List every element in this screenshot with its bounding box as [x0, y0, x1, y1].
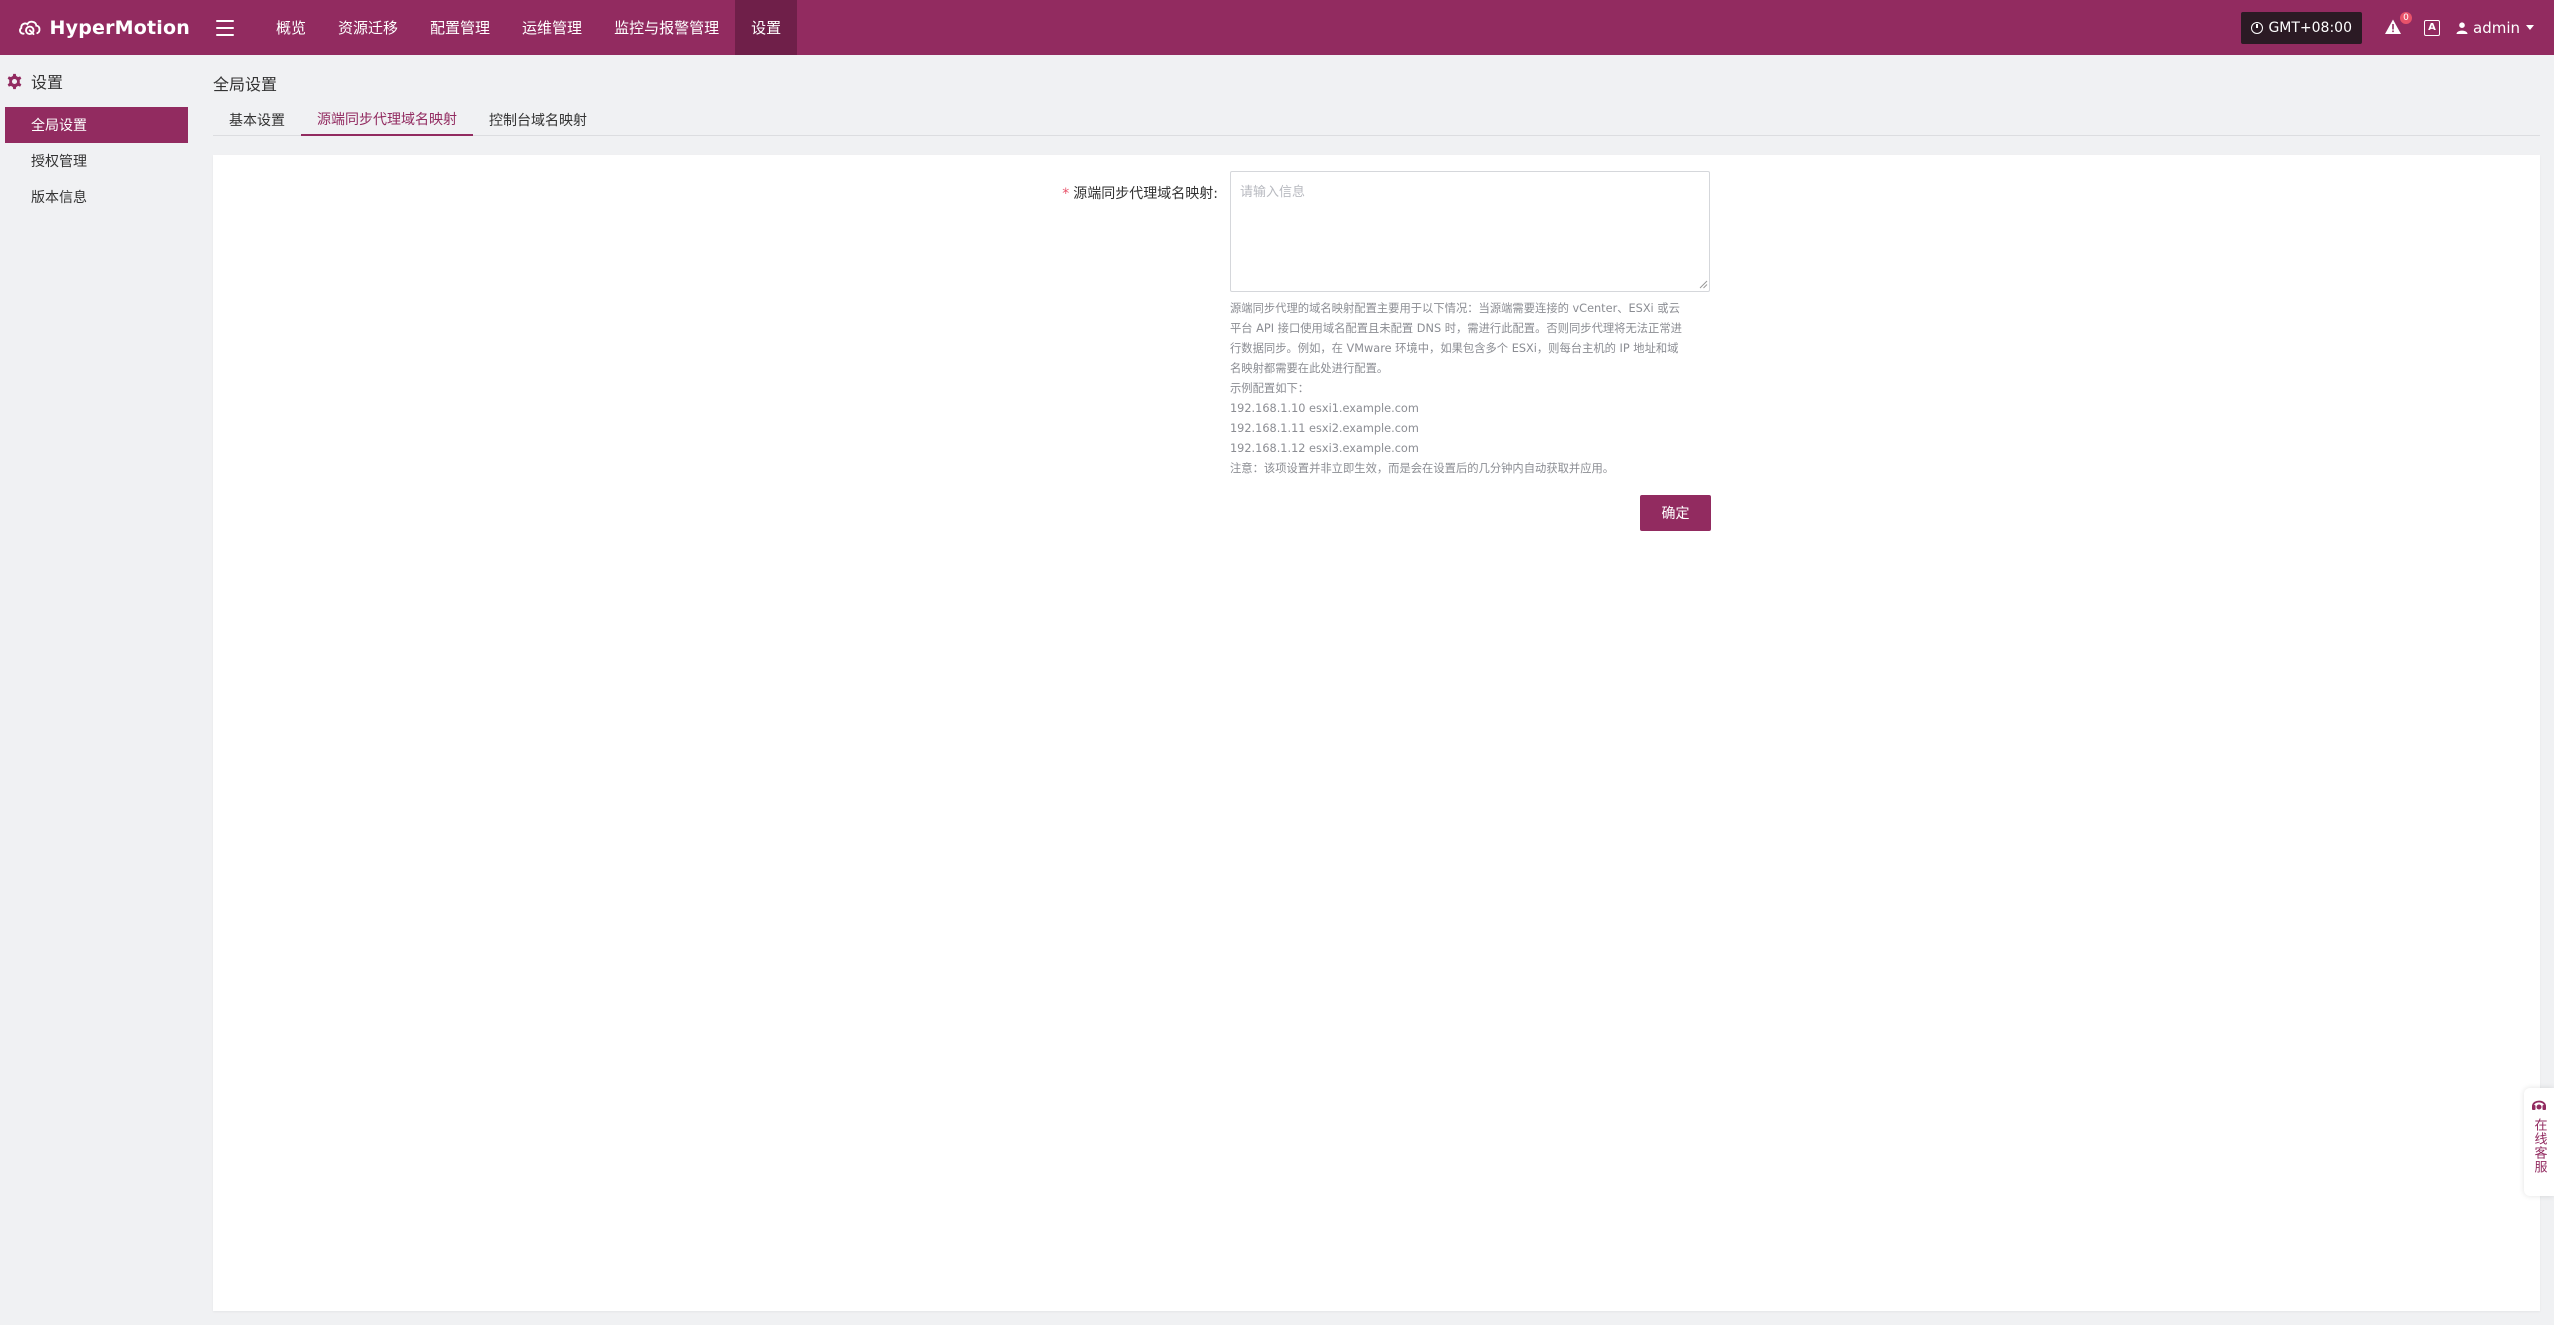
help-line: 192.168.1.12 esxi3.example.com	[1230, 442, 1419, 455]
gear-icon	[7, 73, 22, 89]
language-icon[interactable]: A	[2424, 19, 2440, 36]
sidebar-header: 设置	[0, 55, 196, 107]
nav-migration[interactable]: 资源迁移	[322, 0, 414, 55]
user-icon	[2456, 21, 2468, 34]
tab-console-domain-mapping[interactable]: 控制台域名映射	[473, 104, 603, 135]
alerts-button[interactable]: 0	[2384, 11, 2412, 38]
settings-tabs: 基本设置 源端同步代理域名映射 控制台域名映射	[213, 104, 2540, 136]
online-service-label: 在线客服	[2531, 1118, 2547, 1174]
required-mark: *	[1062, 186, 1070, 202]
domain-mapping-textarea[interactable]	[1230, 171, 1710, 292]
menu-toggle-icon[interactable]	[216, 19, 234, 36]
sidebar-item-global-settings[interactable]: 全局设置	[5, 107, 188, 143]
cloud-logo-icon	[19, 20, 41, 35]
nav-overview[interactable]: 概览	[260, 0, 322, 55]
help-line: 192.168.1.11 esxi2.example.com	[1230, 422, 1419, 435]
page-title: 全局设置	[213, 74, 278, 94]
user-menu[interactable]: admin	[2456, 19, 2534, 37]
user-name: admin	[2473, 18, 2520, 37]
sidebar-item-version[interactable]: 版本信息	[5, 179, 188, 215]
sidebar: 设置 全局设置 授权管理 版本信息	[0, 55, 196, 1325]
app-logo[interactable]: HyperMotion	[18, 8, 190, 48]
sidebar-item-license[interactable]: 授权管理	[5, 143, 188, 179]
help-line: 行数据同步。例如，在 VMware 环境中，如果包含多个 ESXi，则每台主机的…	[1230, 342, 1679, 355]
main-content: 全局设置 基本设置 源端同步代理域名映射 控制台域名映射 * 源端同步代理域名映射…	[213, 55, 2540, 1311]
settings-card: *源端同步代理域名映射: 源端同步代理的域名映射配置主要用于以下情况：当源端需要…	[213, 155, 2540, 1311]
nav-settings[interactable]: 设置	[735, 0, 798, 55]
help-line: 平台 API 接口使用域名配置且未配置 DNS 时，需进行此配置。否则同步代理将…	[1230, 322, 1682, 335]
headset-icon	[2532, 1100, 2546, 1110]
nav-monitoring[interactable]: 监控与报警管理	[598, 0, 735, 55]
online-service-button[interactable]: 在线客服	[2524, 1088, 2554, 1196]
nav-config[interactable]: 配置管理	[414, 0, 506, 55]
help-line: 192.168.1.10 esxi1.example.com	[1230, 402, 1419, 415]
alert-count-badge: 0	[2400, 11, 2412, 24]
domain-mapping-label: * 源端同步代理域名映射:	[1062, 183, 1218, 203]
top-bar: HyperMotion 概览 资源迁移 配置管理 运维管理 监控与报警管理 设置…	[0, 0, 2554, 55]
top-right-tools: GMT+08:00 0 A admin	[2241, 0, 2554, 55]
nav-ops[interactable]: 运维管理	[506, 0, 598, 55]
sidebar-header-label: 设置	[31, 73, 64, 92]
confirm-button[interactable]: 确定	[1640, 495, 1711, 531]
tab-basic-settings[interactable]: 基本设置	[213, 104, 301, 135]
help-line: 名映射都需要在此处进行配置。	[1230, 362, 1389, 375]
help-line: 注意：该项设置并非立即生效，而是会在设置后的几分钟内自动获取并应用。	[1230, 462, 1615, 475]
help-line: 示例配置如下：	[1230, 382, 1310, 395]
chevron-down-icon	[2526, 25, 2534, 30]
help-line: 源端同步代理的域名映射配置主要用于以下情况：当源端需要连接的 vCenter、E…	[1230, 302, 1680, 315]
timezone-button[interactable]: GMT+08:00	[2241, 11, 2362, 44]
resize-handle-icon[interactable]	[1698, 279, 1708, 289]
timezone-label: GMT+08:00	[2268, 19, 2352, 36]
app-name: HyperMotion	[49, 16, 190, 39]
tab-source-proxy-domain-mapping[interactable]: 源端同步代理域名映射	[301, 104, 473, 136]
domain-mapping-help: 源端同步代理的域名映射配置主要用于以下情况：当源端需要连接的 vCenter、E…	[1230, 299, 1712, 479]
warning-icon	[2385, 19, 2401, 34]
main-nav: 概览 资源迁移 配置管理 运维管理 监控与报警管理 设置	[260, 0, 798, 55]
clock-icon	[2251, 21, 2264, 34]
domain-mapping-label-text: 源端同步代理域名映射:	[1073, 186, 1218, 202]
